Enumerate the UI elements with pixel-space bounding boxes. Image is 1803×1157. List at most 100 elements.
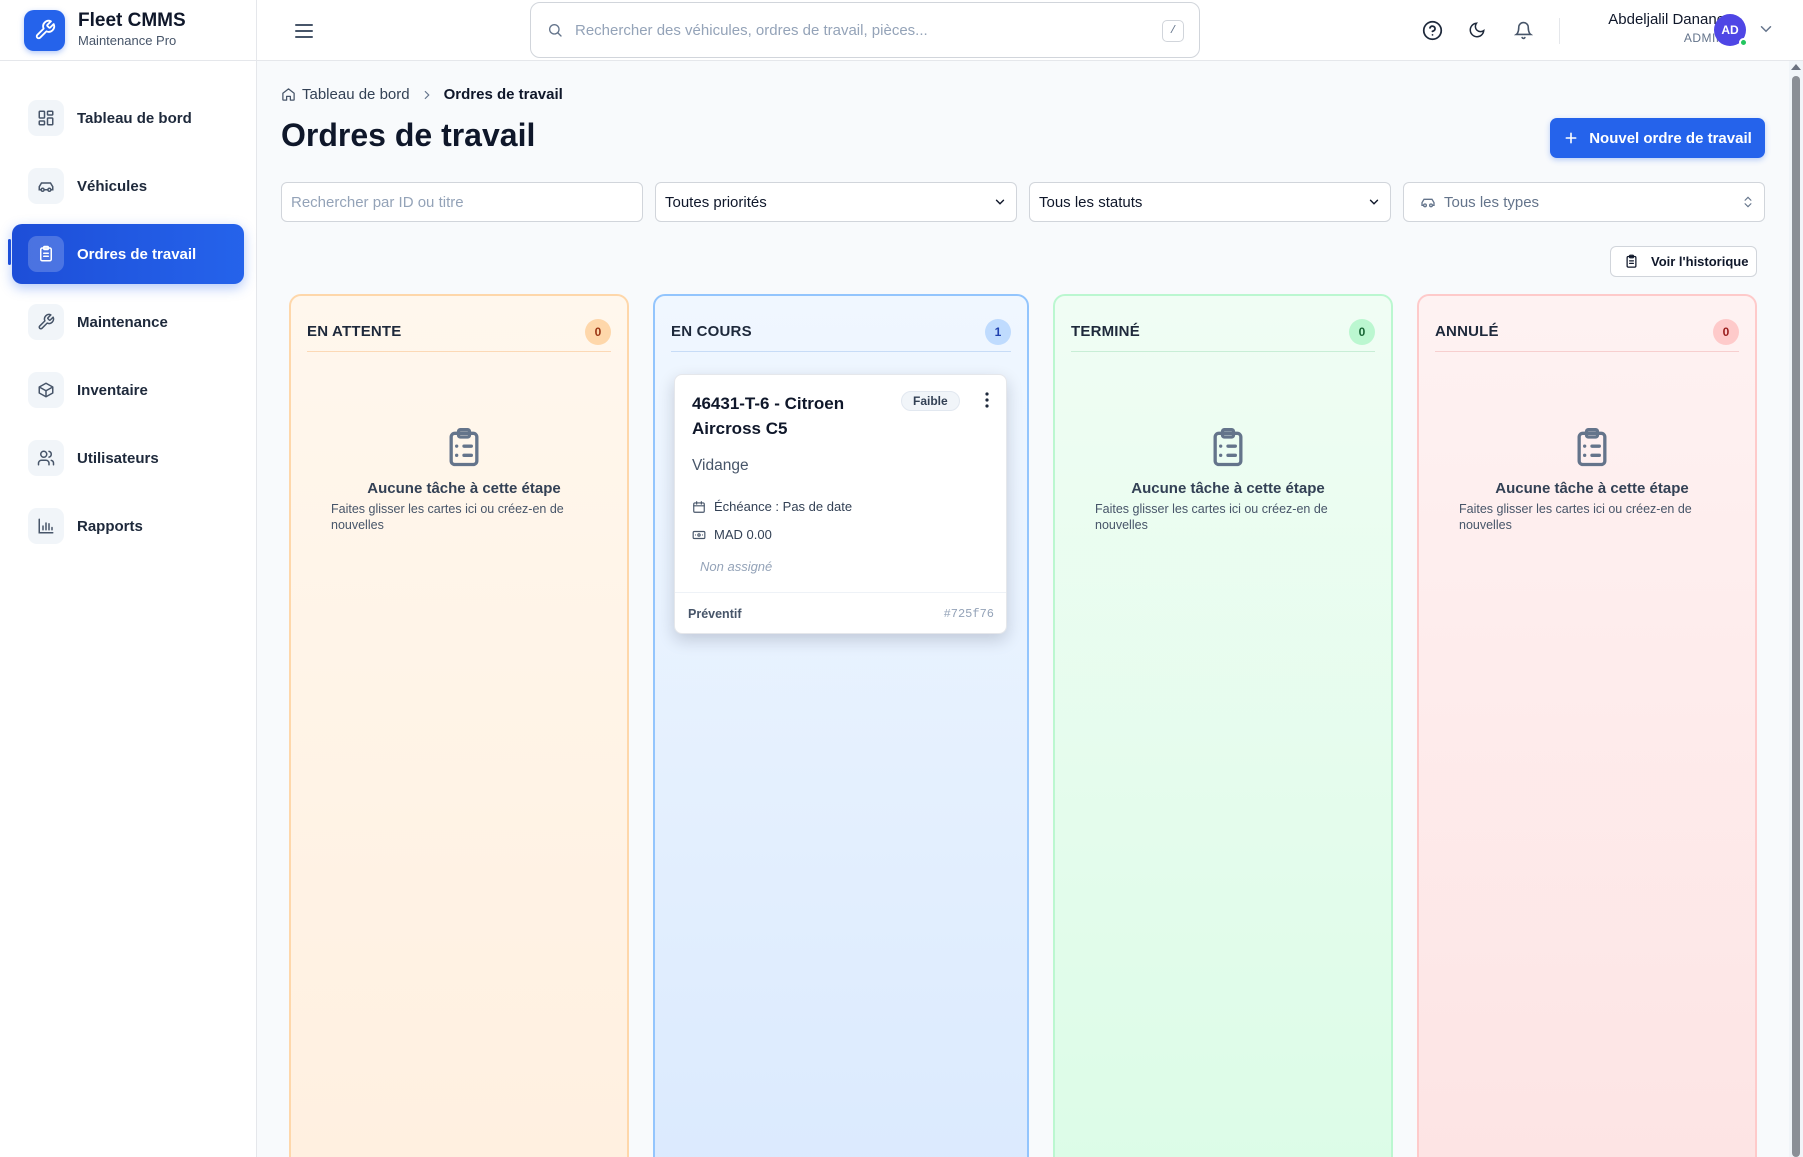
notifications-bell-icon[interactable] [1511, 18, 1535, 42]
user-name: Abdeljalil Danane [1608, 11, 1725, 28]
sidebar-item-label: Ordres de travail [77, 245, 197, 263]
status-select[interactable]: Tous les statuts [1029, 182, 1391, 222]
column-cancelled: ANNULÉ 0 Aucune tâche à cette étape Fait… [1417, 294, 1757, 1157]
column-completed: TERMINÉ 0 Aucune tâche à cette étape Fai… [1053, 294, 1393, 1157]
breadcrumb-home-label: Tableau de bord [302, 86, 410, 103]
breadcrumb-current: Ordres de travail [443, 86, 563, 103]
assignee-text: Non assigné [700, 559, 773, 574]
priority-badge: Faible [901, 391, 960, 411]
work-order-card[interactable]: 46431-T-6 - Citroen Aircross C5 Faible V… [674, 374, 1007, 634]
wrench-logo-icon [24, 9, 65, 51]
column-count-badge: 0 [585, 318, 611, 345]
column-header: ANNULÉ 0 [1435, 312, 1739, 352]
id-title-search-input[interactable] [291, 193, 633, 211]
page-title: Ordres de travail [281, 117, 536, 153]
column-title: EN ATTENTE [307, 323, 402, 340]
car-icon [1421, 198, 1435, 208]
home-icon [282, 88, 295, 101]
users-icon [28, 440, 64, 476]
sidebar-item-label: Maintenance [77, 313, 168, 331]
sidebar-item-users[interactable]: Utilisateurs [12, 428, 244, 488]
wrench-icon [28, 304, 64, 340]
work-order-id: #725f76 [943, 607, 994, 621]
empty-state-title: Aucune tâche à cette étape [367, 480, 561, 497]
priority-select[interactable]: Toutes priorités [655, 182, 1017, 222]
sidebar: Fleet CMMS Maintenance Pro Tableau de bo… [0, 0, 257, 1157]
global-search-input[interactable] [575, 21, 1135, 39]
due-date-row: Échéance : Pas de date [692, 499, 852, 514]
new-work-order-button[interactable]: Nouvel ordre de travail [1550, 118, 1765, 158]
column-title: ANNULÉ [1435, 323, 1499, 340]
sidebar-item-reports[interactable]: Rapports [12, 496, 244, 556]
dark-mode-moon-icon[interactable] [1465, 18, 1489, 42]
search-icon [549, 24, 562, 37]
breadcrumb: Tableau de bord Ordres de travail [281, 86, 563, 103]
sidebar-nav: Tableau de bord Véhicules Ordres de trav… [12, 88, 244, 564]
type-select-placeholder: Tous les types [1444, 193, 1540, 211]
empty-state-subtitle: Faites glisser les cartes ici ou créez-e… [1095, 502, 1328, 532]
chevron-down-icon [1369, 199, 1379, 205]
sidebar-item-vehicles[interactable]: Véhicules [12, 156, 244, 216]
clipboard-icon [28, 236, 64, 272]
view-history-button[interactable]: Voir l'historique [1610, 246, 1757, 277]
online-status-dot [1739, 38, 1748, 47]
due-date-text: Échéance : Pas de date [714, 499, 853, 514]
brand-subtitle: Maintenance Pro [78, 33, 177, 48]
column-header: TERMINÉ 0 [1071, 312, 1375, 352]
box-icon [28, 372, 64, 408]
header-divider [1559, 18, 1560, 44]
page-scrollbar-thumb[interactable] [1792, 76, 1800, 1157]
menu-toggle-icon[interactable] [292, 19, 316, 43]
help-icon[interactable] [1420, 18, 1444, 42]
clipboard-list-icon [1459, 426, 1725, 470]
sidebar-item-inventory[interactable]: Inventaire [12, 360, 244, 420]
column-pending: EN ATTENTE 0 Aucune tâche à cette étape … [289, 294, 629, 1157]
empty-state-title: Aucune tâche à cette étape [1495, 480, 1689, 497]
cost-text: MAD 0.00 [714, 527, 772, 542]
chevron-down-icon [995, 199, 1005, 205]
column-header: EN COURS 1 [671, 312, 1011, 352]
status-select-value: Tous les statuts [1039, 193, 1143, 211]
brand[interactable]: Fleet CMMS Maintenance Pro [0, 0, 256, 61]
active-nav-marker [8, 239, 11, 265]
clipboard-list-icon [331, 426, 597, 470]
work-order-type: Préventif [688, 607, 742, 621]
banknote-icon [692, 530, 706, 539]
global-search[interactable]: / [530, 2, 1200, 58]
clipboard-list-icon [1626, 254, 1637, 268]
empty-state-subtitle: Faites glisser les cartes ici ou créez-e… [1459, 502, 1692, 532]
empty-state-title: Aucune tâche à cette étape [1131, 480, 1325, 497]
id-title-search-field[interactable] [281, 182, 643, 222]
sidebar-item-label: Véhicules [77, 177, 148, 195]
car-icon [28, 168, 64, 204]
column-count-badge: 0 [1713, 318, 1739, 345]
search-shortcut-key: / [1162, 20, 1184, 42]
chevron-down-icon[interactable] [1757, 20, 1777, 40]
sidebar-item-label: Tableau de bord [77, 109, 192, 127]
plus-icon [1565, 132, 1577, 144]
user-menu[interactable]: Abdeljalil Danane ADMIN [1577, 10, 1725, 46]
chevron-right-icon [420, 88, 434, 102]
more-vertical-icon[interactable] [980, 391, 994, 409]
type-select[interactable]: Tous les types [1403, 182, 1765, 222]
brand-title: Fleet CMMS [78, 10, 186, 31]
sidebar-item-maintenance[interactable]: Maintenance [12, 292, 244, 352]
empty-state: Aucune tâche à cette étape Faites glisse… [1095, 426, 1361, 533]
calendar-icon [693, 500, 705, 513]
column-header: EN ATTENTE 0 [307, 312, 611, 352]
work-order-title: 46431-T-6 - Citroen Aircross C5 [692, 394, 845, 438]
work-order-description: Vidange [692, 457, 749, 474]
column-count-badge: 1 [985, 318, 1011, 345]
sidebar-item-work-orders[interactable]: Ordres de travail [12, 224, 244, 284]
top-header: / Abdeljalil Danane ADMIN AD [257, 0, 1803, 61]
breadcrumb-home-link[interactable]: Tableau de bord [281, 86, 410, 103]
chevron-up-down-icon [1744, 196, 1752, 208]
empty-state: Aucune tâche à cette étape Faites glisse… [331, 426, 597, 533]
sidebar-item-label: Rapports [77, 517, 143, 535]
bar-chart-icon [28, 508, 64, 544]
sidebar-item-dashboard[interactable]: Tableau de bord [12, 88, 244, 148]
column-title: EN COURS [671, 323, 752, 340]
scroll-up-arrow-icon[interactable] [1791, 64, 1801, 70]
sidebar-item-label: Inventaire [77, 381, 148, 399]
column-count-badge: 0 [1349, 318, 1375, 345]
